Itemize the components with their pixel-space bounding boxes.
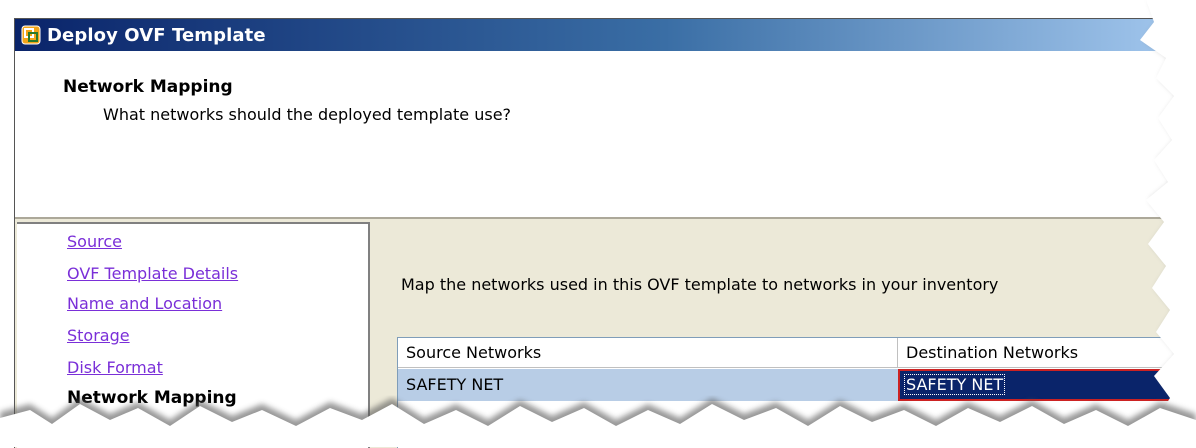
step-ovf-template-details[interactable]: OVF Template Details: [67, 264, 238, 283]
window-title: Deploy OVF Template: [47, 24, 266, 46]
deploy-ovf-window: Deploy OVF Template Network Mapping What…: [14, 18, 1196, 448]
vsphere-deploy-icon: [21, 25, 41, 45]
destination-network-dropdown[interactable]: SAFETY NET: [898, 369, 1196, 401]
step-source[interactable]: Source: [67, 232, 122, 251]
instruction-text: Map the networks used in this OVF templa…: [401, 275, 999, 294]
content-panel: Map the networks used in this OVF templa…: [371, 219, 1196, 448]
step-storage[interactable]: Storage: [67, 326, 130, 345]
wizard-steps-panel: Source OVF Template Details Name and Loc…: [17, 222, 370, 448]
source-network-cell[interactable]: SAFETY NET: [398, 369, 898, 401]
destination-network-value: SAFETY NET: [904, 374, 1006, 395]
wizard-header: Network Mapping What networks should the…: [15, 51, 1196, 219]
step-ready-to-complete: Ready to Complete: [67, 420, 221, 439]
title-bar[interactable]: Deploy OVF Template: [15, 19, 1196, 51]
column-header-destination[interactable]: Destination Networks: [898, 338, 1196, 368]
step-network-mapping: Network Mapping: [67, 388, 237, 408]
column-header-source[interactable]: Source Networks: [398, 338, 898, 368]
step-disk-format[interactable]: Disk Format: [67, 358, 163, 377]
page-subtitle: What networks should the deployed templa…: [103, 105, 512, 124]
step-name-and-location[interactable]: Name and Location: [67, 294, 222, 313]
page-title: Network Mapping: [63, 77, 233, 97]
table-row[interactable]: SAFETY NET SAFETY NET: [398, 369, 1196, 401]
network-mapping-table: Source Networks Destination Networks SAF…: [397, 337, 1196, 448]
